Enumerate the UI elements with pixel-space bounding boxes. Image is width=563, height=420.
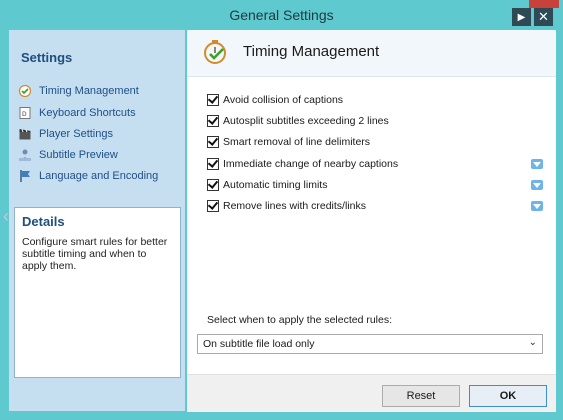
checkbox[interactable] xyxy=(207,179,219,191)
sidebar-item-label: Keyboard Shortcuts xyxy=(39,107,136,119)
close-highlight xyxy=(529,0,559,8)
play-icon[interactable]: ▶ xyxy=(512,8,531,26)
page-title: Timing Management xyxy=(243,43,380,60)
checkbox[interactable] xyxy=(207,158,219,170)
window-title: General Settings xyxy=(229,7,334,23)
sidebar-item-keyboard-shortcuts[interactable]: D Keyboard Shortcuts xyxy=(18,104,136,122)
settings-window: General Settings ▶ ✕ Settings Timing Man… xyxy=(0,0,563,420)
svg-text:D: D xyxy=(22,111,27,118)
option-label: Avoid collision of captions xyxy=(223,94,344,106)
chevron-down-icon[interactable] xyxy=(531,201,543,211)
option-avoid-collision[interactable]: Avoid collision of captions xyxy=(207,92,343,108)
option-label: Autosplit subtitles exceeding 2 lines xyxy=(223,115,389,127)
checkbox[interactable] xyxy=(207,136,219,148)
main-header: Timing Management xyxy=(187,30,556,77)
sidebar: Settings Timing Management D Keyboard Sh… xyxy=(9,30,185,411)
checkbox[interactable] xyxy=(207,94,219,106)
sidebar-title: Settings xyxy=(21,50,73,65)
option-autosplit[interactable]: Autosplit subtitles exceeding 2 lines xyxy=(207,113,389,129)
sidebar-item-label: Player Settings xyxy=(39,128,113,140)
option-label: Smart removal of line delimiters xyxy=(223,136,371,148)
title-bar: General Settings ▶ ✕ xyxy=(0,0,563,30)
checkbox[interactable] xyxy=(207,200,219,212)
chevron-down-icon[interactable] xyxy=(531,180,543,190)
chevron-down-icon: ⌄ xyxy=(528,337,537,348)
select-value: On subtitle file load only xyxy=(203,338,315,350)
reset-button[interactable]: Reset xyxy=(382,385,460,407)
option-remove-credits[interactable]: Remove lines with credits/links xyxy=(207,198,366,214)
close-icon[interactable]: ✕ xyxy=(534,8,553,26)
option-label: Automatic timing limits xyxy=(223,179,328,191)
sidebar-item-player-settings[interactable]: Player Settings xyxy=(18,125,113,143)
clapperboard-icon xyxy=(18,127,32,141)
details-panel: Details Configure smart rules for better… xyxy=(14,207,181,378)
stopwatch-icon xyxy=(204,40,226,64)
apply-rules-label: Select when to apply the selected rules: xyxy=(207,314,393,326)
sidebar-item-language-encoding[interactable]: Language and Encoding xyxy=(18,167,158,185)
option-smart-removal[interactable]: Smart removal of line delimiters xyxy=(207,134,370,150)
flag-icon xyxy=(18,169,32,183)
sidebar-item-label: Timing Management xyxy=(39,85,139,97)
details-title: Details xyxy=(22,214,65,229)
sidebar-item-label: Language and Encoding xyxy=(39,170,159,182)
sidebar-item-timing-management[interactable]: Timing Management xyxy=(18,82,139,100)
details-text: Configure smart rules for better subtitl… xyxy=(22,236,168,272)
ok-button[interactable]: OK xyxy=(469,385,547,407)
option-immediate-change[interactable]: Immediate change of nearby captions xyxy=(207,156,398,172)
option-automatic-timing[interactable]: Automatic timing limits xyxy=(207,177,327,193)
keyboard-icon: D xyxy=(18,106,32,120)
option-label: Remove lines with credits/links xyxy=(223,200,366,212)
checkbox[interactable] xyxy=(207,115,219,127)
main-panel: Timing Management Avoid collision of cap… xyxy=(187,30,556,412)
chevron-down-icon[interactable] xyxy=(531,159,543,169)
clock-check-icon xyxy=(18,84,32,98)
sidebar-item-label: Subtitle Preview xyxy=(39,149,118,161)
chevron-left-icon[interactable]: ‹ xyxy=(3,206,9,227)
preview-icon xyxy=(18,148,32,162)
option-label: Immediate change of nearby captions xyxy=(223,158,399,170)
dialog-footer: Reset OK xyxy=(187,374,556,412)
apply-rules-select[interactable]: On subtitle file load only ⌄ xyxy=(197,334,543,354)
sidebar-item-subtitle-preview[interactable]: Subtitle Preview xyxy=(18,146,118,164)
